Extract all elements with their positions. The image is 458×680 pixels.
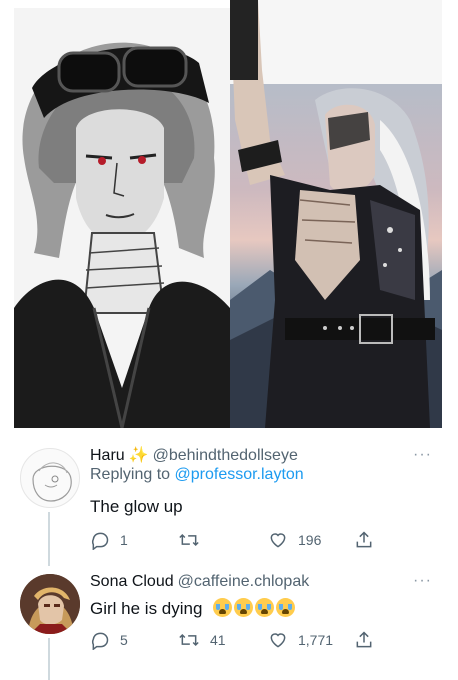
heart-icon <box>270 633 286 648</box>
sparkle-emoji: ✨ <box>128 447 149 464</box>
tweet-actions: 1 196 <box>90 530 390 552</box>
replying-to-label: Replying to <box>90 466 171 483</box>
share-button[interactable] <box>354 530 374 550</box>
avatar[interactable] <box>20 574 80 634</box>
share-icon <box>356 631 372 648</box>
reply-tweet-haru[interactable]: Haru ✨ @behindthedollseye ··· Replying to … <box>0 440 458 566</box>
retweet-button[interactable] <box>178 530 210 550</box>
retweet-count: 41 <box>210 632 226 648</box>
more-options-icon[interactable]: ··· <box>413 572 432 590</box>
thread-connector <box>48 512 50 566</box>
thread-connector <box>48 638 50 680</box>
reply-count: 1 <box>120 532 128 548</box>
replying-to: Replying to @professor.layton <box>90 466 304 484</box>
username[interactable]: @caffeine.chlopak <box>178 573 310 590</box>
reply-icon <box>91 532 109 550</box>
sketch-image[interactable] <box>14 8 230 428</box>
retweet-icon <box>179 533 199 547</box>
reply-tweet-sona-cloud[interactable]: Sona Cloud @caffeine.chlopak ··· Girl he … <box>0 566 458 680</box>
image-grid <box>0 0 458 428</box>
like-count: 1,771 <box>298 632 334 648</box>
tweet-text: The glow up <box>90 497 183 516</box>
retweet-icon <box>179 633 199 647</box>
like-button[interactable]: 1,771 <box>268 630 333 650</box>
retweet-button[interactable]: 41 <box>178 630 226 650</box>
tweet-actions: 5 41 1,771 <box>90 630 390 652</box>
tweet-text: Girl he is dying <box>90 598 296 619</box>
avatar[interactable] <box>20 448 80 508</box>
like-button[interactable]: 196 <box>268 530 321 550</box>
share-icon <box>356 531 372 548</box>
reply-button[interactable]: 5 <box>90 630 128 650</box>
username[interactable]: @behindthedollseye <box>153 447 298 464</box>
loudly-crying-emoji <box>211 598 296 618</box>
like-count: 196 <box>298 532 322 548</box>
display-name[interactable]: Haru <box>90 447 125 464</box>
more-options-icon[interactable]: ··· <box>413 446 432 464</box>
tweet-header: Sona Cloud @caffeine.chlopak <box>90 572 309 592</box>
heart-icon <box>270 533 286 548</box>
replying-to-mention[interactable]: @professor.layton <box>175 466 304 483</box>
tweet-header: Haru ✨ @behindthedollseye <box>90 446 298 466</box>
reply-icon <box>91 632 109 650</box>
painting-image[interactable] <box>230 0 442 428</box>
reply-count: 5 <box>120 632 128 648</box>
share-button[interactable] <box>354 630 374 650</box>
tweet-text-content: Girl he is dying <box>90 599 203 618</box>
reply-button[interactable]: 1 <box>90 530 128 550</box>
display-name[interactable]: Sona Cloud <box>90 573 174 590</box>
